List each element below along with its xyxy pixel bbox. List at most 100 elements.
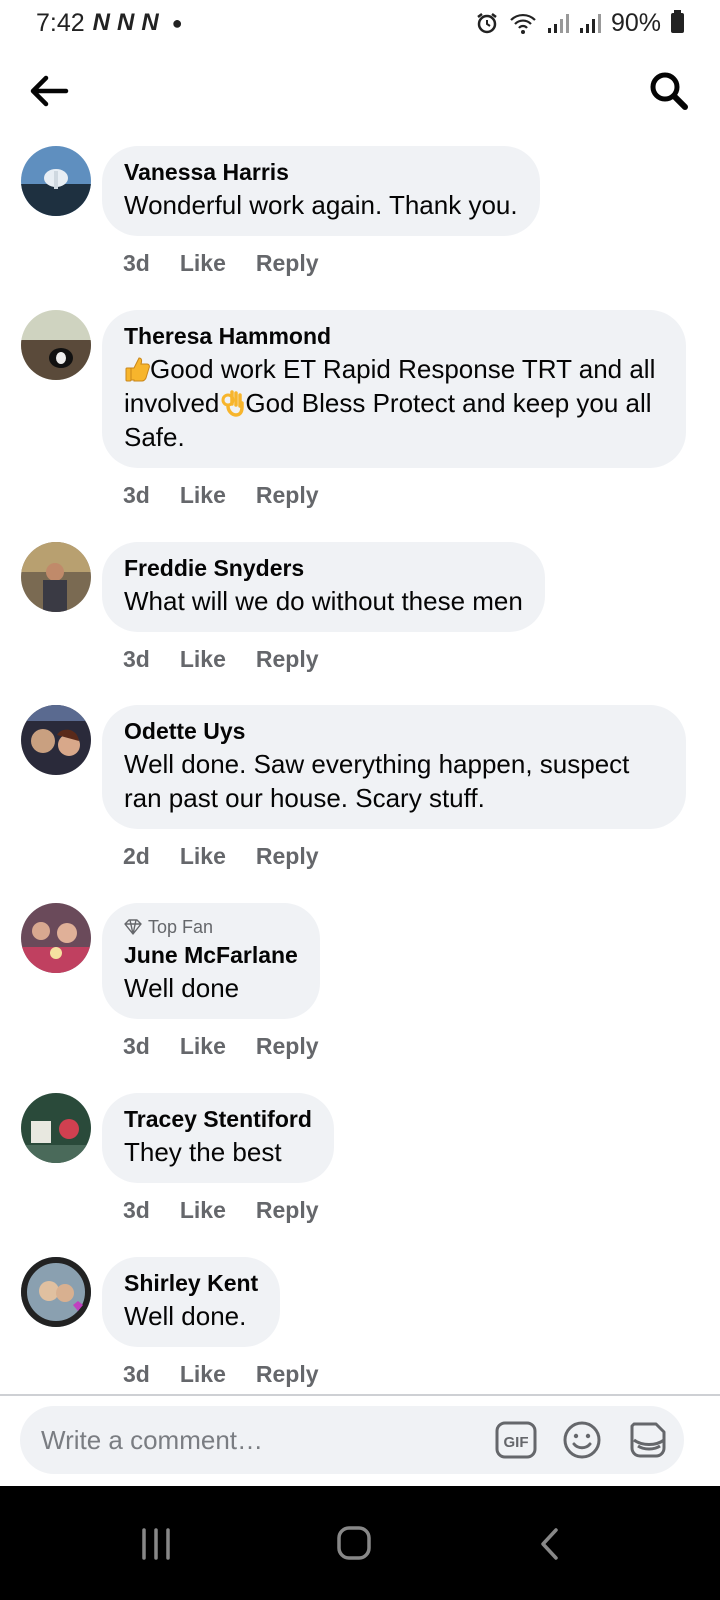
battery-icon bbox=[671, 10, 684, 33]
recent-apps-button[interactable] bbox=[132, 1514, 180, 1574]
comment-bubble[interactable]: Top Fan June McFarlane Well done bbox=[102, 903, 320, 1019]
smiley-icon bbox=[563, 1421, 601, 1459]
comment-text: What will we do without these men bbox=[124, 586, 523, 616]
signal-icon bbox=[547, 14, 569, 33]
svg-text:GIF: GIF bbox=[504, 1434, 529, 1451]
back-button[interactable] bbox=[26, 68, 72, 114]
arrow-left-icon bbox=[30, 75, 69, 107]
gif-icon: GIF bbox=[495, 1421, 537, 1459]
home-button[interactable] bbox=[330, 1514, 380, 1574]
comment-actions: 3d Like Reply bbox=[123, 1195, 334, 1225]
comment-bubble[interactable]: Theresa Hammond Good work ET Rapid Respo… bbox=[102, 310, 686, 468]
avatar[interactable] bbox=[21, 1093, 91, 1163]
like-button[interactable]: Like bbox=[180, 1197, 226, 1224]
comment-author[interactable]: Freddie Snyders bbox=[124, 554, 523, 582]
diamond-icon bbox=[124, 919, 142, 935]
comment-author[interactable]: Vanessa Harris bbox=[124, 158, 518, 186]
reply-button[interactable]: Reply bbox=[256, 250, 319, 277]
comment-text: They the best bbox=[124, 1137, 282, 1167]
search-icon bbox=[650, 72, 688, 110]
home-icon bbox=[337, 1526, 371, 1560]
top-fan-badge: Top Fan bbox=[124, 915, 298, 939]
comment-author[interactable]: Tracey Stentiford bbox=[124, 1105, 312, 1133]
comment-actions: 3d Like Reply bbox=[123, 248, 540, 278]
comment-time[interactable]: 3d bbox=[123, 646, 150, 673]
like-button[interactable]: Like bbox=[180, 482, 226, 509]
comment-time[interactable]: 3d bbox=[123, 482, 150, 509]
wifi-icon bbox=[510, 13, 536, 34]
back-chevron-icon bbox=[541, 1528, 558, 1560]
sticker-button[interactable] bbox=[626, 1418, 670, 1462]
sticker-icon bbox=[630, 1422, 666, 1458]
avatar[interactable] bbox=[21, 310, 91, 380]
comment: Shirley Kent Well done. 3d Like Reply bbox=[0, 1257, 319, 1389]
comment: Odette Uys Well done. Saw everything hap… bbox=[0, 705, 686, 871]
more-notifications-dot: ● bbox=[171, 12, 183, 33]
status-bar: 7:42 N N N ● 90% bbox=[0, 0, 720, 46]
comment-time[interactable]: 3d bbox=[123, 250, 150, 277]
thumbs-up-emoji-icon bbox=[125, 357, 150, 382]
avatar[interactable] bbox=[21, 903, 91, 973]
comment-text: Well done bbox=[124, 973, 240, 1003]
comment-bubble[interactable]: Vanessa Harris Wonderful work again. Tha… bbox=[102, 146, 540, 236]
comment-actions: 3d Like Reply bbox=[123, 480, 686, 510]
comment: Freddie Snyders What will we do without … bbox=[0, 542, 545, 674]
notification-icon: N bbox=[117, 9, 134, 36]
top-nav bbox=[0, 60, 720, 120]
reply-button[interactable]: Reply bbox=[256, 1033, 319, 1060]
comment-bubble[interactable]: Shirley Kent Well done. bbox=[102, 1257, 281, 1347]
comment-bubble[interactable]: Odette Uys Well done. Saw everything hap… bbox=[102, 705, 686, 829]
comment-time[interactable]: 3d bbox=[123, 1361, 150, 1388]
recent-apps-icon bbox=[142, 1528, 170, 1560]
like-button[interactable]: Like bbox=[180, 646, 226, 673]
comment-input[interactable] bbox=[41, 1424, 494, 1456]
comment-actions: 2d Like Reply bbox=[123, 841, 686, 871]
comment-composer: GIF bbox=[20, 1406, 684, 1474]
composer-divider bbox=[0, 1394, 720, 1396]
comment-author[interactable]: Odette Uys bbox=[124, 717, 664, 745]
comment: Vanessa Harris Wonderful work again. Tha… bbox=[0, 146, 540, 278]
comment-time[interactable]: 2d bbox=[123, 843, 150, 870]
reply-button[interactable]: Reply bbox=[256, 1197, 319, 1224]
gif-button[interactable]: GIF bbox=[494, 1418, 538, 1462]
like-button[interactable]: Like bbox=[180, 1033, 226, 1060]
notification-icon: N bbox=[92, 9, 110, 36]
back-system-button[interactable] bbox=[528, 1514, 576, 1574]
avatar[interactable] bbox=[21, 1257, 91, 1327]
comment-author[interactable]: Theresa Hammond bbox=[124, 322, 664, 350]
like-button[interactable]: Like bbox=[180, 843, 226, 870]
emoji-button[interactable] bbox=[560, 1418, 604, 1462]
comment-bubble[interactable]: Tracey Stentiford They the best bbox=[102, 1093, 334, 1183]
status-time: 7:42 bbox=[36, 8, 85, 37]
comment-actions: 3d Like Reply bbox=[123, 644, 545, 674]
comment-time[interactable]: 3d bbox=[123, 1033, 150, 1060]
ok-hand-emoji-icon bbox=[221, 390, 245, 417]
comment-actions: 3d Like Reply bbox=[123, 1031, 320, 1061]
comment-bubble[interactable]: Freddie Snyders What will we do without … bbox=[102, 542, 545, 632]
comment-text: Well done. Saw everything happen, suspec… bbox=[124, 749, 630, 813]
notification-icon: N bbox=[141, 9, 158, 36]
comment: Top Fan June McFarlane Well done 3d Like… bbox=[0, 903, 320, 1061]
comment-text: Good work ET Rapid Response TRT and all … bbox=[124, 354, 656, 452]
like-button[interactable]: Like bbox=[180, 250, 226, 277]
avatar[interactable] bbox=[21, 146, 91, 216]
comment-time[interactable]: 3d bbox=[123, 1197, 150, 1224]
alarm-icon bbox=[477, 13, 497, 34]
comment-author[interactable]: Shirley Kent bbox=[124, 1269, 258, 1297]
comment-text: Well done. bbox=[124, 1301, 247, 1331]
system-nav-bar bbox=[0, 1486, 720, 1600]
avatar[interactable] bbox=[21, 705, 91, 775]
like-button[interactable]: Like bbox=[180, 1361, 226, 1388]
reply-button[interactable]: Reply bbox=[256, 843, 319, 870]
avatar[interactable] bbox=[21, 542, 91, 612]
comment: Theresa Hammond Good work ET Rapid Respo… bbox=[0, 310, 686, 510]
comment-author[interactable]: June McFarlane bbox=[124, 941, 298, 969]
search-button[interactable] bbox=[646, 68, 692, 114]
reply-button[interactable]: Reply bbox=[256, 482, 319, 509]
comment: Tracey Stentiford They the best 3d Like … bbox=[0, 1093, 334, 1225]
signal-icon bbox=[579, 14, 601, 33]
reply-button[interactable]: Reply bbox=[256, 646, 319, 673]
comment-text: Wonderful work again. Thank you. bbox=[124, 190, 518, 220]
battery-percent: 90% bbox=[610, 8, 661, 37]
reply-button[interactable]: Reply bbox=[256, 1361, 319, 1388]
